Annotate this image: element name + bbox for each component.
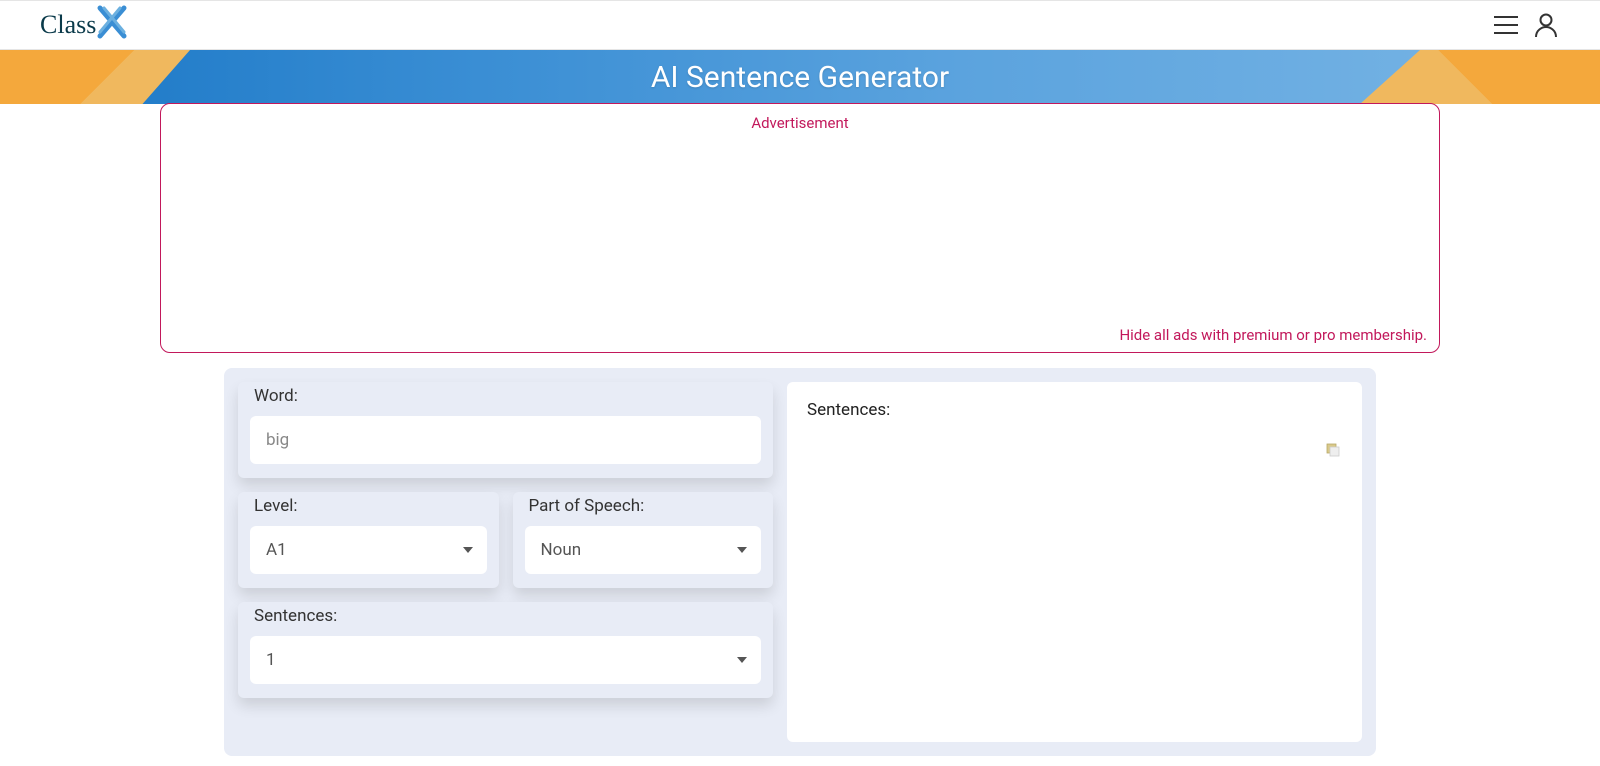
- level-card: Level: A1: [238, 492, 499, 588]
- word-label: Word:: [250, 382, 761, 416]
- top-bar: Class: [0, 0, 1600, 50]
- logo-text: Class: [40, 10, 96, 40]
- sentences-count-select[interactable]: 1: [250, 636, 761, 684]
- ad-label: Advertisement: [173, 114, 1427, 132]
- main-content: Word: Level: A1 Part of Speech: Noun Sen…: [224, 368, 1376, 756]
- pos-label: Part of Speech:: [525, 492, 762, 526]
- page-title: AI Sentence Generator: [651, 60, 949, 95]
- output-panel: Sentences:: [787, 382, 1362, 742]
- level-select[interactable]: A1: [250, 526, 487, 574]
- user-icon: [1534, 12, 1558, 38]
- pos-card: Part of Speech: Noun: [513, 492, 774, 588]
- sentences-count-card: Sentences: 1: [238, 602, 773, 698]
- menu-button[interactable]: [1492, 11, 1520, 39]
- top-icons: [1492, 11, 1560, 39]
- pos-select[interactable]: Noun: [525, 526, 762, 574]
- ad-hide-link[interactable]: Hide all ads with premium or pro members…: [173, 326, 1427, 344]
- output-title: Sentences:: [807, 400, 1342, 420]
- account-button[interactable]: [1532, 11, 1560, 39]
- sentences-count-label: Sentences:: [250, 602, 761, 636]
- copy-button[interactable]: [1326, 442, 1340, 456]
- word-card: Word:: [238, 382, 773, 478]
- word-input[interactable]: [250, 416, 761, 464]
- copy-icon: [1326, 443, 1340, 457]
- level-label: Level:: [250, 492, 487, 526]
- level-pos-row: Level: A1 Part of Speech: Noun: [238, 492, 773, 588]
- logo[interactable]: Class: [40, 4, 130, 47]
- hamburger-icon: [1493, 15, 1519, 35]
- advertisement-box: Advertisement Hide all ads with premium …: [160, 103, 1440, 353]
- logo-x-icon: [94, 4, 130, 47]
- form-column: Word: Level: A1 Part of Speech: Noun Sen…: [238, 382, 773, 742]
- page-banner: AI Sentence Generator: [0, 50, 1600, 104]
